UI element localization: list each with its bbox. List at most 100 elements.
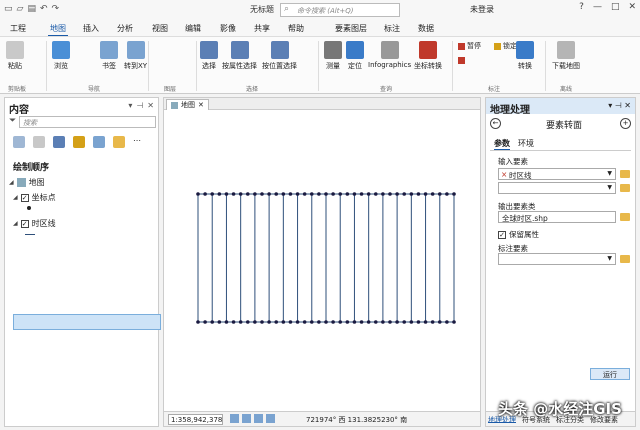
close-icon[interactable]: ✕: [147, 101, 154, 110]
paste-button[interactable]: 粘贴: [6, 41, 24, 71]
remove-icon[interactable]: ×: [501, 170, 507, 179]
tree-layer-timezone-lines-selected: [13, 314, 161, 330]
tree-layer-timezone-lines[interactable]: ◢ ✓ 时区线: [13, 218, 56, 229]
extent-icon[interactable]: [254, 414, 263, 423]
close-icon[interactable]: ▾ ⊣ ✕: [608, 101, 631, 110]
grid-icon[interactable]: [230, 414, 239, 423]
close-button[interactable]: ✕: [628, 2, 636, 12]
input-features-field[interactable]: × 时区线 ▼: [498, 168, 616, 180]
scale-selector[interactable]: 1:358,942,378: [168, 414, 223, 425]
minimize-button[interactable]: —: [593, 2, 602, 12]
selection-list-icon[interactable]: [53, 136, 65, 148]
visibility-checkbox[interactable]: ✓: [20, 219, 29, 228]
view-unplaced-button[interactable]: [458, 57, 465, 64]
folder-icon[interactable]: [620, 170, 630, 178]
label-features-field[interactable]: ▼: [498, 253, 616, 265]
tab-imagery[interactable]: 影像: [218, 22, 238, 35]
download-map-button[interactable]: 下载地图: [552, 41, 580, 71]
coordinate-conversion-button[interactable]: 坐标转换: [414, 41, 442, 71]
goto-xy-button[interactable]: 转到XY: [124, 41, 147, 71]
tab-insert[interactable]: 插入: [81, 22, 101, 35]
table-icon[interactable]: [242, 414, 251, 423]
tab-data[interactable]: 数据: [416, 22, 436, 35]
coordinate-point: [416, 192, 421, 196]
select-by-attributes-button[interactable]: 按属性选择: [222, 41, 257, 71]
undo-icon[interactable]: ↶: [40, 4, 48, 14]
convert-button[interactable]: 转换: [516, 41, 534, 71]
open-icon[interactable]: ▱: [17, 4, 24, 14]
collapse-icon[interactable]: ◢: [9, 179, 14, 186]
close-tab-icon[interactable]: ✕: [198, 101, 204, 109]
folder-icon[interactable]: [620, 184, 630, 192]
tab-help[interactable]: 帮助: [286, 22, 306, 35]
back-icon[interactable]: ←: [490, 118, 501, 129]
infographics-icon: [380, 41, 399, 59]
tab-share[interactable]: 共享: [252, 22, 272, 35]
user-status[interactable]: 未登录: [470, 4, 494, 15]
pin-icon[interactable]: ⊣: [136, 101, 143, 110]
more-icon[interactable]: ⋯: [133, 136, 145, 148]
chevron-down-icon[interactable]: ▼: [607, 170, 612, 177]
run-button[interactable]: 运行: [590, 368, 630, 380]
collapse-icon[interactable]: ◢: [13, 194, 18, 201]
tab-analysis[interactable]: 分析: [115, 22, 135, 35]
locate-button[interactable]: 定位: [346, 41, 364, 71]
map-canvas[interactable]: [164, 110, 480, 410]
input-features-field-empty[interactable]: ▼: [498, 182, 616, 194]
coordinate-point: [437, 192, 442, 196]
collapse-icon[interactable]: ◢: [13, 220, 18, 227]
tool-name: 要素转面: [546, 121, 583, 131]
folder-icon[interactable]: [620, 255, 630, 263]
keep-attributes-option[interactable]: ✓ 保留属性: [498, 229, 539, 240]
select-by-location-button[interactable]: 按位置选择: [262, 41, 297, 71]
command-search-input[interactable]: ⌕ 命令搜索 (Alt+Q): [280, 3, 400, 17]
contents-search-input[interactable]: 搜索: [19, 116, 156, 128]
chevron-down-icon[interactable]: ▼: [607, 184, 612, 191]
select-button[interactable]: 选择: [200, 41, 218, 71]
tab-feature-layer[interactable]: 要素图层: [333, 22, 369, 35]
tab-edit[interactable]: 编辑: [183, 22, 203, 35]
folder-icon[interactable]: [620, 213, 630, 221]
drawing-order-icon[interactable]: [13, 136, 25, 148]
labeling-icon[interactable]: [113, 136, 125, 148]
map-tab[interactable]: 地图 ✕: [166, 99, 209, 110]
tree-map[interactable]: ◢ 地图: [9, 177, 45, 188]
rotate-icon[interactable]: [266, 414, 275, 423]
chevron-down-icon[interactable]: ▼: [607, 255, 612, 262]
infographics-button[interactable]: Infographics: [368, 41, 411, 69]
explore-button[interactable]: 浏览: [52, 41, 70, 71]
help-icon[interactable]: ?: [579, 2, 584, 12]
coordinate-point: [402, 192, 407, 196]
coordinate-point: [452, 192, 456, 196]
pause-button[interactable]: 暂停: [458, 41, 481, 51]
filter-icon[interactable]: ⏷: [9, 116, 16, 126]
map-tab-bar: 地图 ✕: [164, 98, 480, 110]
keep-attributes-checkbox[interactable]: ✓: [498, 230, 506, 239]
tab-labeling[interactable]: 标注: [382, 22, 402, 35]
output-feature-class-field[interactable]: 全球时区.shp: [498, 211, 616, 223]
lock-button[interactable]: 锁定: [494, 41, 517, 51]
watermark: 头条 @水经注GIS: [498, 400, 622, 418]
maximize-button[interactable]: □: [611, 2, 620, 12]
visibility-checkbox[interactable]: ✓: [20, 193, 29, 202]
bookmarks-button[interactable]: 书签: [100, 41, 118, 71]
editing-icon[interactable]: [73, 136, 85, 148]
coordinate-point: [373, 320, 378, 324]
data-source-icon[interactable]: [33, 136, 45, 148]
coordinate-point: [253, 320, 257, 324]
coordinate-point: [423, 320, 428, 324]
snapping-icon[interactable]: [93, 136, 105, 148]
save-icon[interactable]: ▤: [27, 4, 36, 14]
redo-icon[interactable]: ↷: [52, 4, 60, 14]
map-view: 地图 ✕ 1:358,942,378 721974° 西 131.3825230…: [163, 97, 481, 427]
tree-layer-points[interactable]: ◢ ✓ 坐标点: [13, 192, 56, 203]
add-icon[interactable]: +: [620, 118, 631, 129]
tab-map[interactable]: 地图: [48, 22, 68, 37]
dropdown-icon[interactable]: ▾: [128, 101, 132, 110]
window-controls: ? — □ ✕: [579, 2, 636, 12]
contents-title: 内容: [9, 105, 29, 116]
tab-view[interactable]: 视图: [150, 22, 170, 35]
new-icon[interactable]: ▭: [4, 4, 13, 14]
tab-project[interactable]: 工程: [8, 22, 28, 35]
measure-button[interactable]: 测量: [324, 41, 342, 71]
